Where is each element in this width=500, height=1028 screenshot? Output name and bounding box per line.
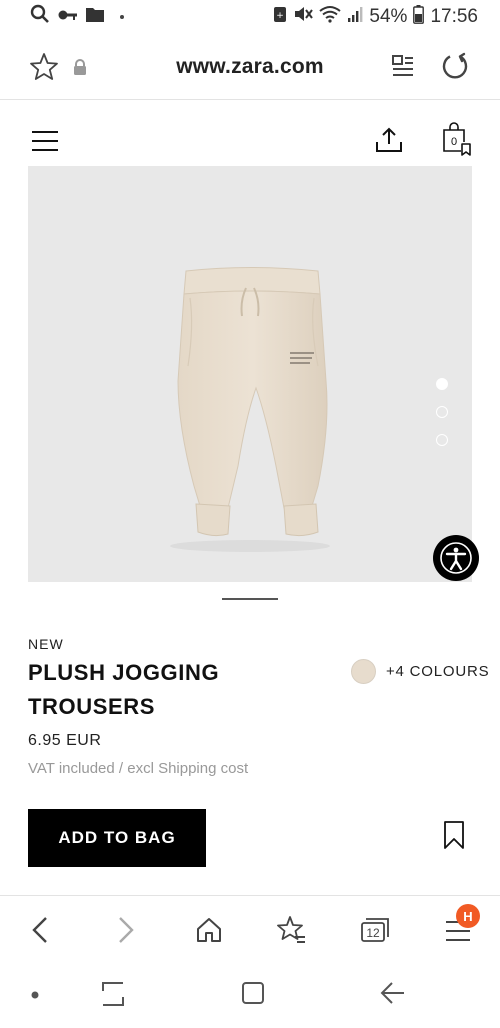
reload-icon[interactable] bbox=[441, 52, 469, 80]
carousel-dot[interactable] bbox=[436, 378, 448, 390]
bookmarks-icon[interactable] bbox=[277, 915, 307, 945]
home-icon[interactable] bbox=[195, 916, 223, 944]
wifi-icon bbox=[319, 5, 342, 29]
home-nav-icon[interactable] bbox=[241, 981, 265, 1005]
accessibility-icon bbox=[440, 542, 472, 574]
image-carousel-dots bbox=[436, 378, 448, 446]
tab-count: 12 bbox=[366, 926, 380, 940]
new-tag: NEW bbox=[28, 636, 64, 652]
tabs-icon[interactable]: 12 bbox=[360, 915, 390, 945]
svg-text:+: + bbox=[277, 11, 285, 21]
menu-icon[interactable] bbox=[32, 130, 58, 152]
status-bar: + 54% 17:56 bbox=[0, 0, 500, 34]
folder-icon bbox=[86, 6, 104, 28]
carousel-dot[interactable] bbox=[436, 406, 448, 418]
profile-badge[interactable]: H bbox=[456, 904, 480, 928]
add-to-bag-button[interactable]: ADD TO BAG bbox=[28, 809, 206, 867]
search-icon bbox=[30, 4, 50, 30]
battery-saver-icon: + bbox=[273, 5, 287, 29]
clock-time: 17:56 bbox=[430, 6, 478, 27]
product-price: 6.95 EUR bbox=[28, 732, 102, 749]
site-header: 0 bbox=[0, 100, 500, 166]
back-nav-icon[interactable] bbox=[380, 981, 406, 1005]
trousers-image bbox=[170, 267, 330, 552]
reader-mode-icon[interactable] bbox=[391, 54, 415, 78]
system-navigation-bar bbox=[0, 961, 500, 1028]
star-icon[interactable] bbox=[29, 52, 59, 82]
battery-percent: 54% bbox=[369, 6, 408, 27]
signal-icon bbox=[347, 5, 363, 29]
carousel-dot[interactable] bbox=[436, 434, 448, 446]
recent-apps-icon[interactable] bbox=[101, 981, 125, 1007]
browser-address-bar: www.zara.com bbox=[0, 34, 500, 100]
vat-note: VAT included / excl Shipping cost bbox=[28, 760, 249, 777]
cart-count: 0 bbox=[451, 136, 457, 148]
colour-swatch[interactable] bbox=[351, 659, 376, 684]
product-image[interactable] bbox=[28, 166, 472, 582]
back-icon[interactable] bbox=[30, 916, 50, 944]
forward-icon[interactable] bbox=[116, 916, 136, 944]
mute-icon bbox=[293, 5, 314, 29]
key-icon bbox=[58, 6, 78, 28]
nav-dot-icon bbox=[31, 991, 39, 999]
scroll-indicator bbox=[222, 598, 278, 600]
battery-icon bbox=[413, 4, 425, 30]
notification-dot bbox=[120, 15, 124, 19]
lock-icon bbox=[73, 59, 87, 75]
share-icon[interactable] bbox=[375, 126, 403, 154]
browser-toolbar: 12 bbox=[0, 895, 500, 961]
more-colours-link[interactable]: +4 COLOURS bbox=[386, 663, 489, 680]
shopping-bag-icon[interactable]: 0 bbox=[442, 122, 472, 156]
product-title: PLUSH JOGGING TROUSERS bbox=[28, 660, 220, 719]
accessibility-button[interactable] bbox=[433, 535, 479, 581]
bookmark-icon[interactable] bbox=[442, 820, 466, 855]
